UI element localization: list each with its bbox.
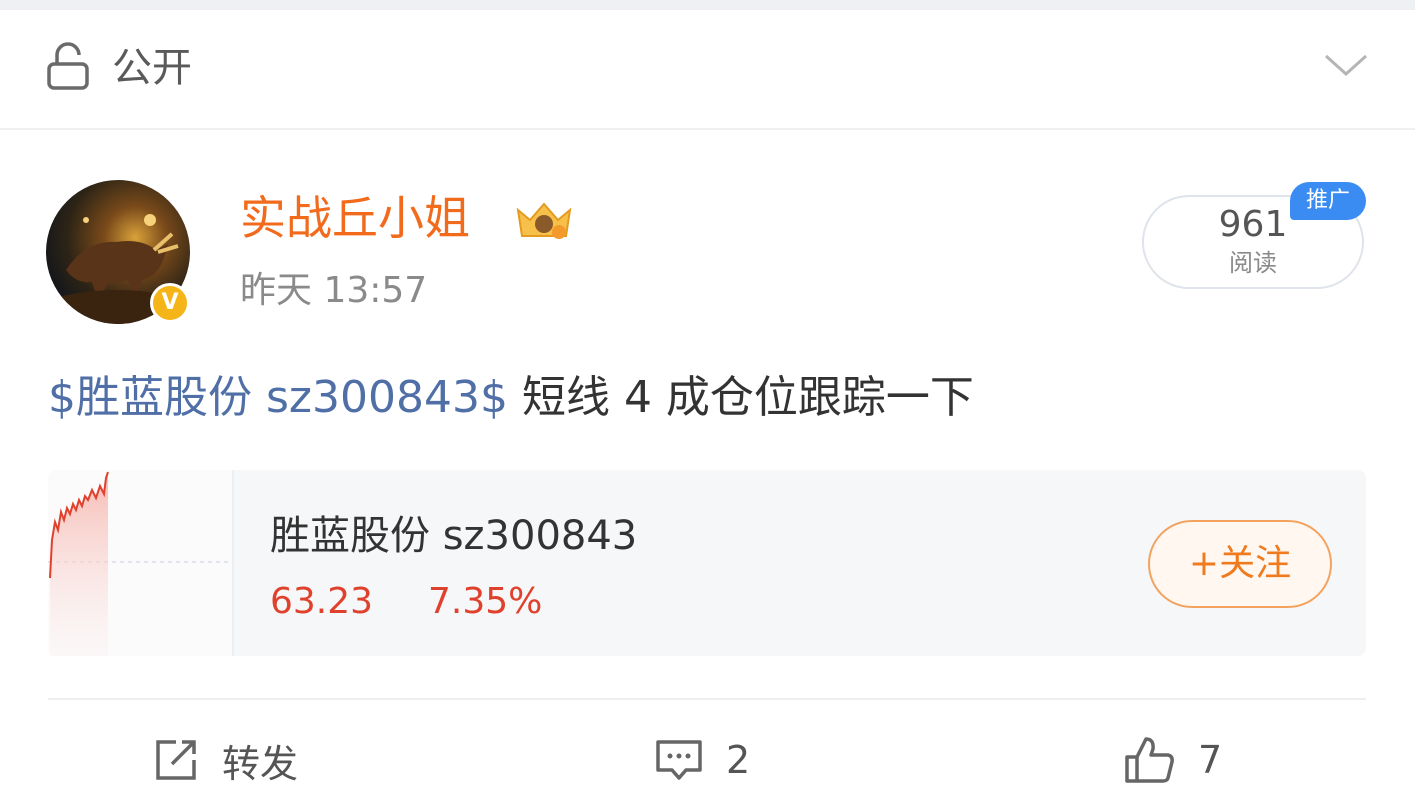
- visibility-label[interactable]: 公开: [112, 44, 192, 92]
- divider: [48, 698, 1366, 700]
- comment-count: 2: [726, 738, 751, 782]
- crown-badge-icon[interactable]: [512, 196, 576, 244]
- divider: [0, 128, 1415, 130]
- verified-badge: V: [150, 283, 190, 323]
- thumbs-up-icon: [1125, 737, 1174, 783]
- stock-tag-link[interactable]: $胜蓝股份 sz300843$: [48, 372, 508, 423]
- visibility-bar[interactable]: [0, 10, 1415, 128]
- comment-icon: [656, 740, 702, 780]
- repost-label: 转发: [222, 741, 299, 786]
- promo-tag[interactable]: 推广: [1290, 182, 1366, 220]
- comment-button[interactable]: 2: [654, 730, 750, 790]
- stock-change-pct: 7.35%: [428, 581, 543, 622]
- like-button[interactable]: 7: [1124, 730, 1222, 790]
- post-body: 短线 4 成仓位跟踪一下: [521, 372, 974, 423]
- stock-sparkline: [48, 470, 234, 656]
- repost-button[interactable]: 转发: [152, 730, 298, 790]
- post-text: $胜蓝股份 sz300843$ 短线 4 成仓位跟踪一下: [48, 366, 974, 430]
- chevron-down-icon[interactable]: [1322, 48, 1370, 82]
- post-timestamp: 昨天 13:57: [240, 270, 428, 311]
- author-name[interactable]: 实战丘小姐: [240, 188, 470, 248]
- share-icon: [156, 740, 196, 780]
- stock-price: 63.23: [270, 581, 374, 622]
- follow-button[interactable]: +关注: [1148, 520, 1332, 608]
- top-strip: [0, 0, 1415, 10]
- like-count: 7: [1198, 738, 1223, 782]
- lock-icon: [47, 42, 89, 90]
- stock-card-name[interactable]: 胜蓝股份 sz300843: [270, 510, 637, 562]
- read-label: 阅读: [1229, 249, 1277, 277]
